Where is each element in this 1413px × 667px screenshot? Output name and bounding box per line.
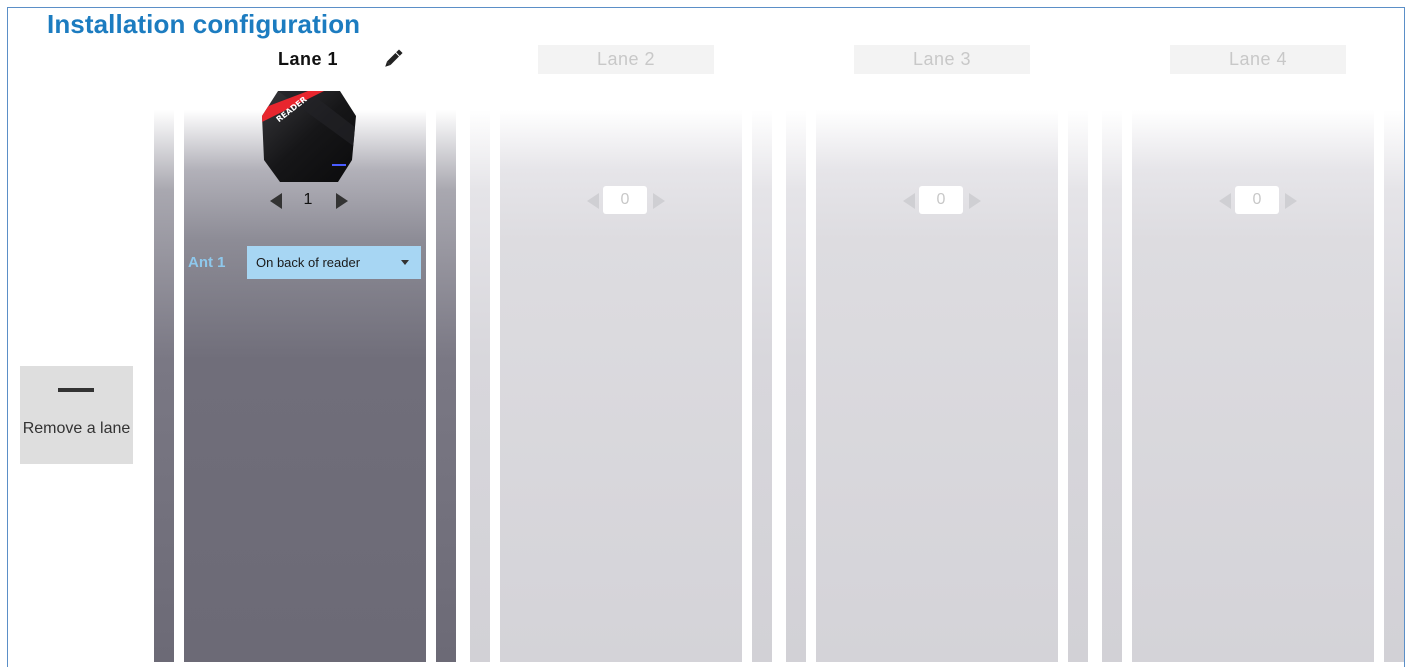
- lane-2-title: Lane 2: [538, 45, 714, 74]
- increment-arrow-icon[interactable]: [1285, 193, 1297, 209]
- lane-4-left-rail: [1102, 110, 1122, 662]
- lane-1-reader-stepper: 1: [268, 186, 350, 214]
- antenna-label: Ant 1: [188, 254, 226, 271]
- lane-4-right-rail: [1384, 110, 1404, 662]
- lane-1-right-rail: [436, 110, 456, 662]
- lane-1-reader-count: 1: [303, 191, 313, 208]
- increment-arrow-icon[interactable]: [653, 193, 665, 209]
- remove-lane-label: Remove a lane: [22, 420, 131, 437]
- antenna-position-value: On back of reader: [256, 255, 361, 270]
- lane-3-reader-stepper: 0: [901, 186, 983, 214]
- dropdown-caret-icon: [401, 260, 409, 265]
- lane-2-reader-count[interactable]: 0: [603, 186, 647, 214]
- remove-lane-button[interactable]: Remove a lane: [20, 366, 133, 464]
- lane-2-right-rail: [752, 110, 772, 662]
- reader-image: READER: [262, 91, 356, 182]
- lane-2-reader-stepper: 0: [585, 186, 667, 214]
- decrement-arrow-icon[interactable]: [903, 193, 915, 209]
- increment-arrow-icon[interactable]: [336, 193, 348, 209]
- increment-arrow-icon[interactable]: [969, 193, 981, 209]
- decrement-arrow-icon[interactable]: [1219, 193, 1231, 209]
- lane-3-right-rail: [1068, 110, 1088, 662]
- lane-3-reader-count[interactable]: 0: [919, 186, 963, 214]
- lane-3-left-rail: [786, 110, 806, 662]
- lane-4-title: Lane 4: [1170, 45, 1346, 74]
- lane-4-reader-count[interactable]: 0: [1235, 186, 1279, 214]
- decrement-arrow-icon[interactable]: [587, 193, 599, 209]
- lane-1-title: Lane 1: [277, 49, 339, 69]
- decrement-arrow-icon[interactable]: [270, 193, 282, 209]
- lane-1-left-rail: [154, 110, 174, 662]
- lane-divider: [426, 110, 436, 662]
- page-title: Installation configuration: [47, 9, 361, 39]
- antenna-position-select[interactable]: On back of reader: [247, 246, 421, 279]
- lane-2-left-rail: [470, 110, 490, 662]
- lane-3-title: Lane 3: [854, 45, 1030, 74]
- pencil-icon[interactable]: [380, 46, 406, 72]
- lane-4-reader-stepper: 0: [1217, 186, 1299, 214]
- lane-divider: [174, 110, 184, 662]
- minus-icon: [58, 388, 94, 392]
